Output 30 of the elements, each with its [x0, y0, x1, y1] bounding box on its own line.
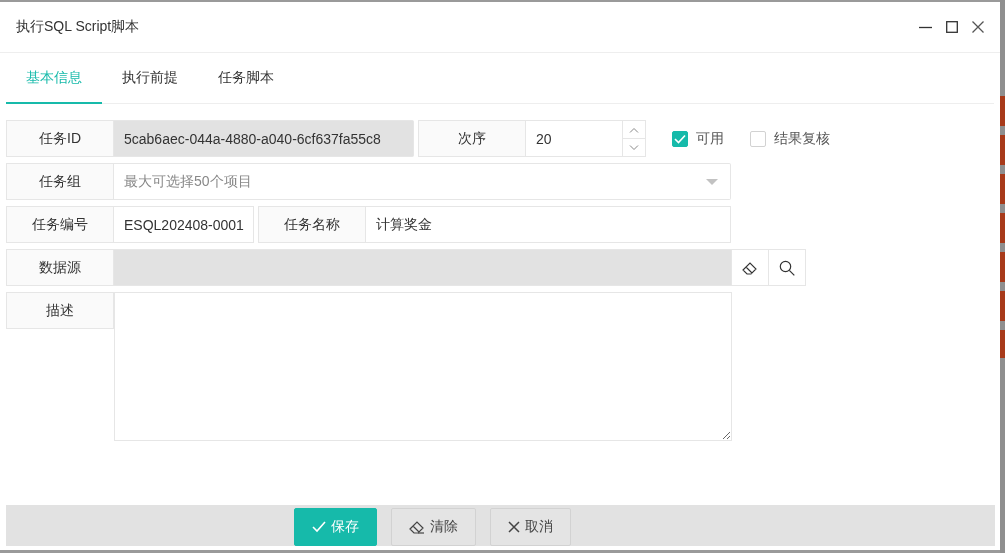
placeholder-text: 最大可选择50个项目: [124, 172, 252, 191]
select-field[interactable]: 最大可选择50个项目: [114, 163, 731, 200]
field-label: 任务名称: [258, 206, 366, 243]
close-icon[interactable]: [972, 21, 984, 33]
name-field[interactable]: 计算奖金: [366, 206, 731, 243]
order-field[interactable]: 20: [526, 120, 623, 157]
checkbox-label: 结果复核: [774, 129, 830, 148]
checkbox[interactable]: [672, 130, 688, 147]
close-icon: [507, 521, 520, 533]
field-label: 任务组: [6, 163, 114, 200]
eraser-icon[interactable]: [742, 260, 758, 275]
checkbox-label: 可用: [696, 129, 724, 148]
field-label: 描述: [6, 292, 114, 329]
clear-button[interactable]: 清除: [390, 508, 476, 546]
dropdown-arrow-icon[interactable]: [706, 178, 718, 185]
maximize-icon[interactable]: [946, 21, 958, 33]
cancel-button[interactable]: 取消: [489, 508, 571, 546]
field-label: 数据源: [6, 249, 114, 286]
tab[interactable]: 任务脚本: [198, 53, 294, 104]
eraser-icon: [408, 520, 425, 534]
description-field[interactable]: [114, 292, 732, 441]
check-icon: [311, 521, 326, 533]
checkbox[interactable]: [750, 130, 766, 147]
code-field[interactable]: ESQL202408-0001: [114, 206, 254, 243]
field-label: 次序: [418, 120, 526, 157]
field-label: 任务ID: [6, 120, 114, 157]
window-title: 执行SQL Script脚本: [16, 18, 141, 36]
field-label: 任务编号: [6, 206, 114, 243]
search-icon[interactable]: [779, 259, 795, 276]
tab[interactable]: 执行前提: [102, 53, 198, 104]
